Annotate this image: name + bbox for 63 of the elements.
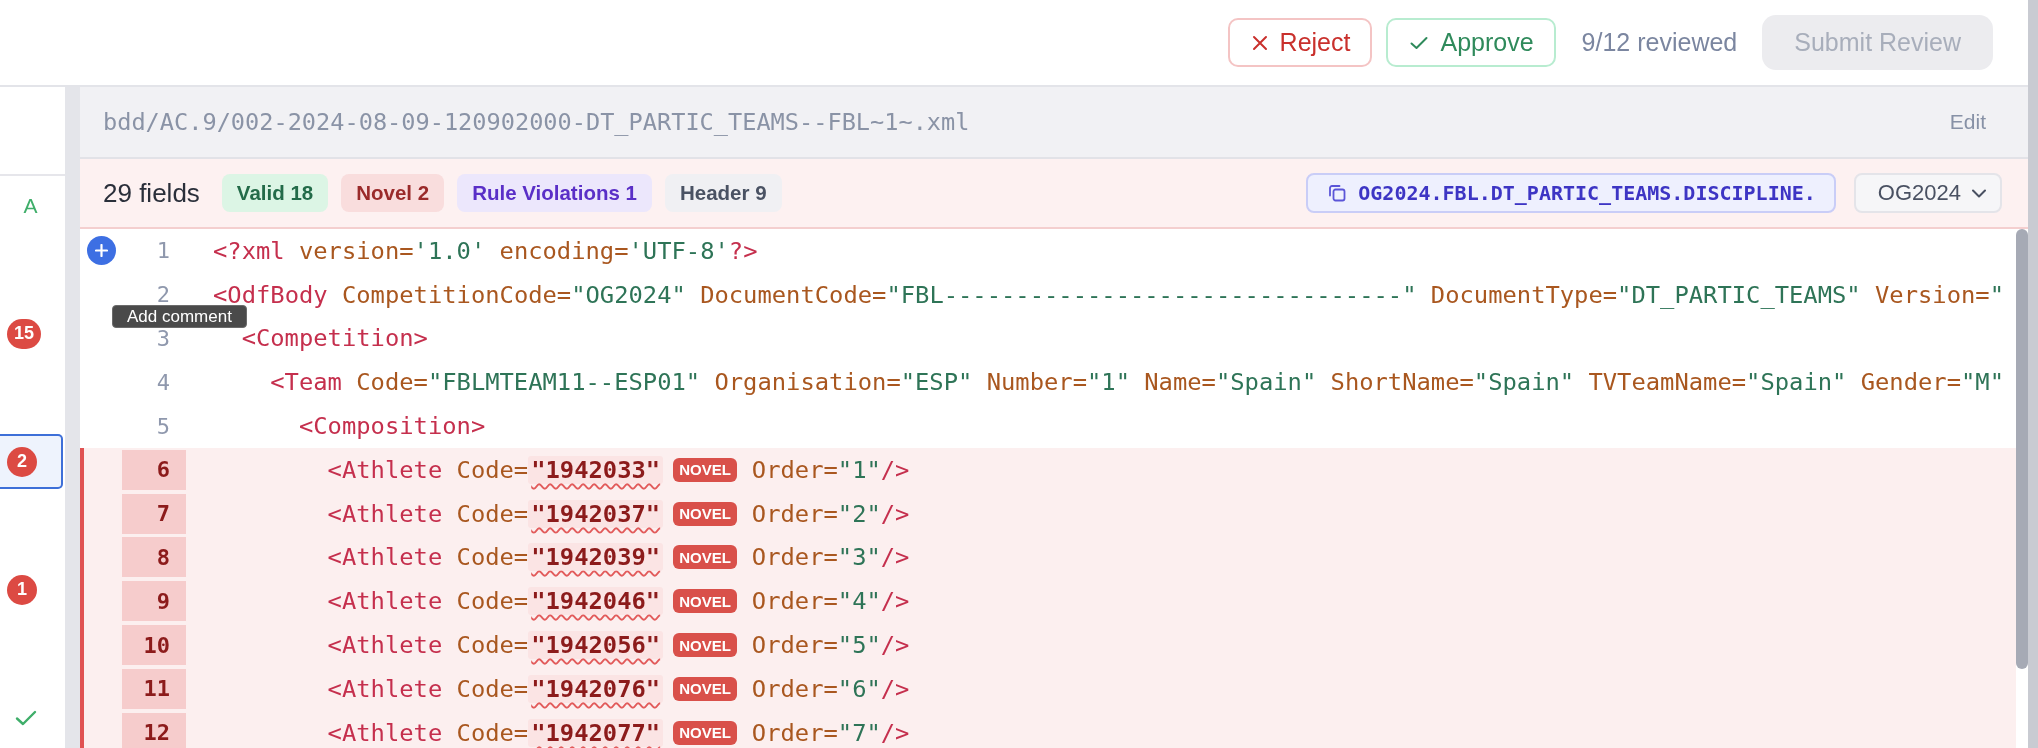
code-text: Order="6"/> xyxy=(751,675,910,702)
cross-icon xyxy=(1251,34,1268,51)
code-text: <Athlete Code="1942033" xyxy=(327,456,664,483)
status-badge: NOVEL xyxy=(673,720,737,745)
sidebar-item[interactable]: A xyxy=(0,178,63,233)
code-text: Order="4"/> xyxy=(751,588,910,615)
status-badge: NOVEL xyxy=(673,545,737,570)
summary-tag: Novel 2 xyxy=(341,174,445,212)
code-text: Order="1"/> xyxy=(751,456,910,483)
code-text: Order="7"/> xyxy=(751,719,910,746)
code-text: <Athlete Code="1942076" xyxy=(327,675,664,702)
code-text: Order="2"/> xyxy=(751,500,910,527)
reject-button[interactable]: Reject xyxy=(1227,18,1373,67)
line-number: 9 xyxy=(122,581,186,622)
reviewed-count: 9/12 reviewed xyxy=(1581,28,1738,57)
chevron-down-icon xyxy=(1972,188,1986,198)
code-text: <OdfBody CompetitionCode="OG2024" DocumentCode="FBL--------------------------------" DocumentType="DT_PARTIC_TEAMS" Version=" xyxy=(213,281,2004,308)
count-badge: 15 xyxy=(7,318,42,349)
line-number: 4 xyxy=(155,368,171,397)
version-dropdown[interactable]: OG2024 xyxy=(1853,173,2002,213)
status-badge: NOVEL xyxy=(673,676,737,701)
code-text: Order="3"/> xyxy=(751,544,910,571)
summary-tag: Header 9 xyxy=(664,174,782,212)
line-number: 6 xyxy=(122,449,186,490)
line-number: 12 xyxy=(122,712,186,748)
summary-tag: Valid 18 xyxy=(221,174,329,212)
sidebar-item[interactable]: 15 xyxy=(0,306,63,361)
scrollbar-thumb[interactable] xyxy=(2016,229,2028,669)
line-number: 1 xyxy=(155,237,171,266)
code-text: <Athlete Code="1942077" xyxy=(327,719,664,746)
line-number: 11 xyxy=(122,668,186,709)
line-number: 10 xyxy=(122,625,186,666)
check-icon xyxy=(15,709,37,726)
plus-icon xyxy=(95,244,108,258)
sidebar-item[interactable]: 2 xyxy=(0,434,63,489)
copy-icon xyxy=(1328,184,1347,202)
check-icon xyxy=(1410,35,1429,50)
tooltip: Add comment xyxy=(112,305,247,329)
summary-tag: Rule Violations 1 xyxy=(457,174,652,212)
status-badge: NOVEL xyxy=(673,589,737,614)
code-text: <Athlete Code="1942046" xyxy=(327,588,664,615)
status-badge: NOVEL xyxy=(673,633,737,658)
line-number: 8 xyxy=(122,537,186,578)
add-comment-button[interactable] xyxy=(87,236,116,266)
file-path: bdd/AC.9/002-2024-08-09-120902000-DT_PARTIC_TEAMS--FBL~1~.xml xyxy=(103,108,970,136)
line-number: 5 xyxy=(155,412,171,441)
code-text: <Athlete Code="1942037" xyxy=(327,500,664,527)
code-text: <Team Code="FBLMTEAM11--ESP01" Organisation="ESP" Number="1" Name="Spain" ShortName="Spain" TVTeamName="Spain" Gender="M" xyxy=(270,369,2004,396)
code-text: Order="5"/> xyxy=(751,632,910,659)
field-count: 29 fields xyxy=(103,177,200,209)
count-badge: 2 xyxy=(7,446,37,477)
approve-button[interactable]: Approve xyxy=(1386,18,1556,67)
code-text: <Composition> xyxy=(298,413,486,440)
code-text: <Athlete Code="1942039" xyxy=(327,544,664,571)
line-number: 7 xyxy=(122,493,186,534)
status-badge: NOVEL xyxy=(673,501,737,526)
copy-key-button[interactable]: OG2024.FBL.DT_PARTIC_TEAMS.DISCIPLINE. xyxy=(1306,173,1836,213)
edit-button[interactable]: Edit xyxy=(1949,110,1986,134)
status-badge: NOVEL xyxy=(673,457,737,482)
count-badge: 1 xyxy=(7,574,37,605)
sidebar-item[interactable]: 1 xyxy=(0,562,63,617)
code-text: <?xml version='1.0' encoding='UTF-8'?> xyxy=(213,237,758,264)
code-text: <Athlete Code="1942056" xyxy=(327,632,664,659)
